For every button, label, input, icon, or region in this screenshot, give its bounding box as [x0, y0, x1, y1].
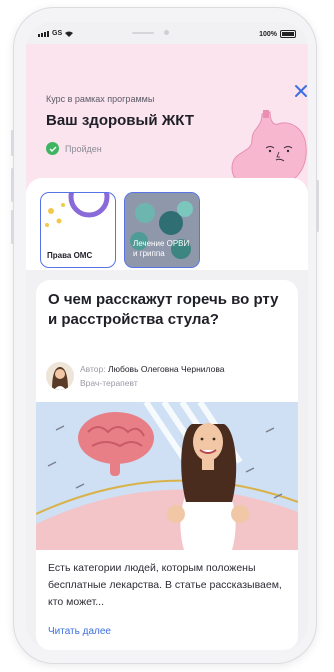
course-status-label: Пройден: [65, 143, 102, 154]
phone-power-button: [316, 180, 319, 232]
front-camera: [164, 30, 169, 35]
avatar: [46, 362, 74, 390]
wifi-icon: [65, 31, 74, 37]
story-orvi-label: Лечение ОРВИ и гриппа: [133, 239, 190, 258]
course-kicker: Курс в рамках программы: [46, 94, 155, 104]
battery-percent: 100%: [259, 30, 277, 38]
story-card-oms[interactable]: Права ОМС: [40, 192, 116, 268]
status-left: GS: [38, 30, 74, 37]
story-card-orvi[interactable]: Лечение ОРВИ и гриппа: [124, 192, 200, 268]
carrier-label: GS: [52, 30, 63, 37]
screen: GS 100% Курс в рамках программы Ваш здор…: [26, 22, 308, 650]
phone-volume-up-button: [11, 168, 14, 202]
phone-volume-down-button: [11, 210, 14, 244]
signal-icon: [38, 30, 49, 37]
article-card[interactable]: О чем расскажут горечь во рту и расстрой…: [36, 280, 298, 650]
article-author: Автор: Любовь Олеговна Чернилова Врач-те…: [46, 362, 225, 390]
author-info: Автор: Любовь Олеговна Чернилова Врач-те…: [80, 362, 225, 390]
article-description: Есть категории людей, которым положены б…: [48, 562, 282, 608]
phone-side-button: [11, 130, 14, 156]
author-name: Любовь Олеговна Чернилова: [108, 364, 225, 374]
article-headline: О чем расскажут горечь во рту и расстрой…: [48, 291, 279, 328]
stories-row: Права ОМС Лечение ОРВИ и гриппа: [26, 178, 308, 270]
status-bar: GS 100%: [26, 22, 308, 44]
read-more-link[interactable]: Читать далее: [48, 626, 111, 637]
course-status: Пройден: [46, 142, 102, 155]
speaker-grille: [132, 32, 154, 34]
course-title: Ваш здоровый ЖКТ: [46, 112, 194, 129]
article-illustration: [36, 402, 298, 550]
battery-icon: [280, 30, 296, 38]
course-header: Курс в рамках программы Ваш здоровый ЖКТ…: [26, 44, 308, 192]
close-icon[interactable]: [292, 82, 308, 100]
story-oms-label: Права ОМС: [47, 251, 93, 260]
status-right: 100%: [259, 30, 296, 38]
author-prefix: Автор:: [80, 364, 106, 374]
author-role: Врач-терапевт: [80, 378, 138, 388]
check-icon: [46, 142, 59, 155]
